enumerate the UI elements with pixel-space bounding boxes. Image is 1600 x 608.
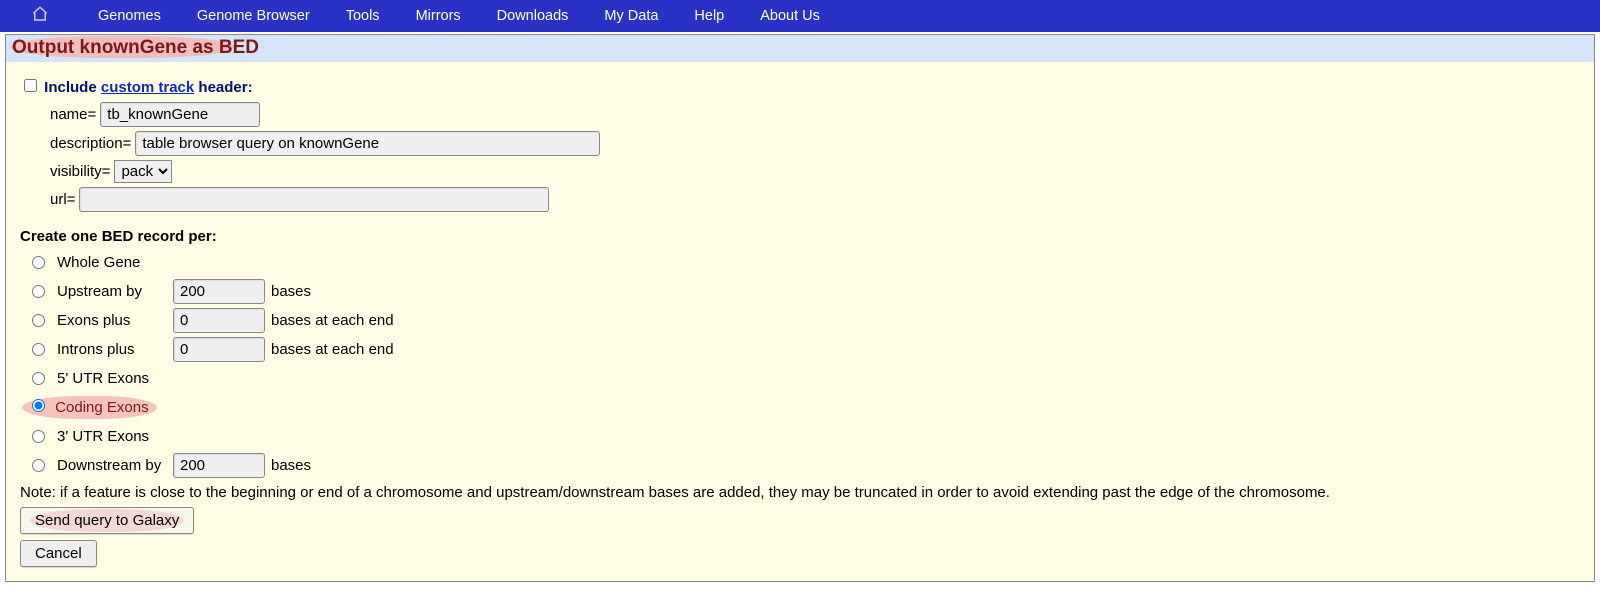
form-content: Include custom track header: name= descr… — [6, 62, 1594, 581]
include-prefix: Include — [44, 79, 101, 96]
input-exons-plus[interactable] — [173, 308, 265, 333]
input-upstream[interactable] — [173, 279, 265, 304]
url-label: url= — [50, 191, 75, 208]
suffix-upstream: bases — [271, 283, 311, 300]
bed-record-heading: Create one BED record per: — [20, 228, 1580, 245]
input-introns-plus[interactable] — [173, 337, 265, 362]
visibility-row: visibility= pack — [50, 160, 1580, 183]
url-input[interactable] — [79, 187, 549, 212]
coding-highlight: Coding Exons — [32, 399, 149, 416]
cancel-row: Cancel — [20, 540, 1580, 567]
nav-genome-browser[interactable]: Genome Browser — [179, 0, 328, 32]
label-exons-plus: Exons plus — [57, 312, 167, 329]
include-header-checkbox[interactable] — [24, 79, 37, 92]
label-whole-gene: Whole Gene — [57, 254, 167, 271]
opt-introns-plus: Introns plus bases at each end — [32, 336, 1580, 362]
nav-downloads[interactable]: Downloads — [479, 0, 587, 32]
radio-coding[interactable] — [32, 399, 45, 412]
button-row: Send query to Galaxy — [20, 507, 1580, 534]
label-introns-plus: Introns plus — [57, 341, 167, 358]
opt-whole-gene: Whole Gene — [32, 249, 1580, 275]
page-title: Output knownGene as BED — [12, 37, 259, 58]
include-header-label: Include custom track header: — [44, 79, 252, 96]
send-highlight: Send query to Galaxy — [20, 507, 194, 534]
page-title-bar: Output knownGene as BED — [6, 35, 1594, 62]
suffix-introns-plus: bases at each end — [271, 341, 394, 358]
include-header-row: Include custom track header: — [20, 76, 1580, 96]
radio-whole-gene[interactable] — [32, 256, 45, 269]
label-coding: Coding Exons — [55, 399, 148, 416]
cancel-button[interactable]: Cancel — [20, 540, 97, 567]
home-icon[interactable] — [30, 5, 50, 27]
radio-3utr[interactable] — [32, 430, 45, 443]
radio-introns-plus[interactable] — [32, 343, 45, 356]
visibility-select[interactable]: pack — [114, 160, 172, 183]
radio-downstream[interactable] — [32, 459, 45, 472]
radio-upstream[interactable] — [32, 285, 45, 298]
opt-downstream: Downstream by bases — [32, 452, 1580, 478]
description-label: description= — [50, 135, 131, 152]
label-5utr: 5' UTR Exons — [57, 370, 167, 387]
nav-about-us[interactable]: About Us — [742, 0, 838, 32]
suffix-downstream: bases — [271, 457, 311, 474]
send-query-button[interactable]: Send query to Galaxy — [20, 507, 194, 534]
include-suffix: header: — [194, 79, 252, 96]
radio-5utr[interactable] — [32, 372, 45, 385]
nav-tools[interactable]: Tools — [328, 0, 398, 32]
nav-genomes[interactable]: Genomes — [80, 0, 179, 32]
nav-my-data[interactable]: My Data — [586, 0, 676, 32]
custom-track-link[interactable]: custom track — [101, 79, 194, 96]
name-label: name= — [50, 106, 96, 123]
name-input[interactable] — [100, 102, 260, 127]
url-row: url= — [50, 187, 1580, 212]
suffix-exons-plus: bases at each end — [271, 312, 394, 329]
nav-help[interactable]: Help — [676, 0, 742, 32]
description-input[interactable] — [135, 131, 600, 156]
input-downstream[interactable] — [173, 453, 265, 478]
nav-mirrors[interactable]: Mirrors — [398, 0, 479, 32]
visibility-label: visibility= — [50, 163, 110, 180]
opt-exons-plus: Exons plus bases at each end — [32, 307, 1580, 333]
opt-5utr: 5' UTR Exons — [32, 365, 1580, 391]
label-upstream: Upstream by — [57, 283, 167, 300]
top-navbar: Genomes Genome Browser Tools Mirrors Dow… — [0, 0, 1600, 32]
truncation-note: Note: if a feature is close to the begin… — [20, 484, 1580, 501]
description-row: description= — [50, 131, 1580, 156]
opt-coding: Coding Exons — [32, 394, 1580, 420]
page-container: Output knownGene as BED Include custom t… — [5, 34, 1595, 582]
radio-exons-plus[interactable] — [32, 314, 45, 327]
label-downstream: Downstream by — [57, 457, 167, 474]
name-row: name= — [50, 102, 1580, 127]
label-3utr: 3' UTR Exons — [57, 428, 167, 445]
opt-upstream: Upstream by bases — [32, 278, 1580, 304]
opt-3utr: 3' UTR Exons — [32, 423, 1580, 449]
